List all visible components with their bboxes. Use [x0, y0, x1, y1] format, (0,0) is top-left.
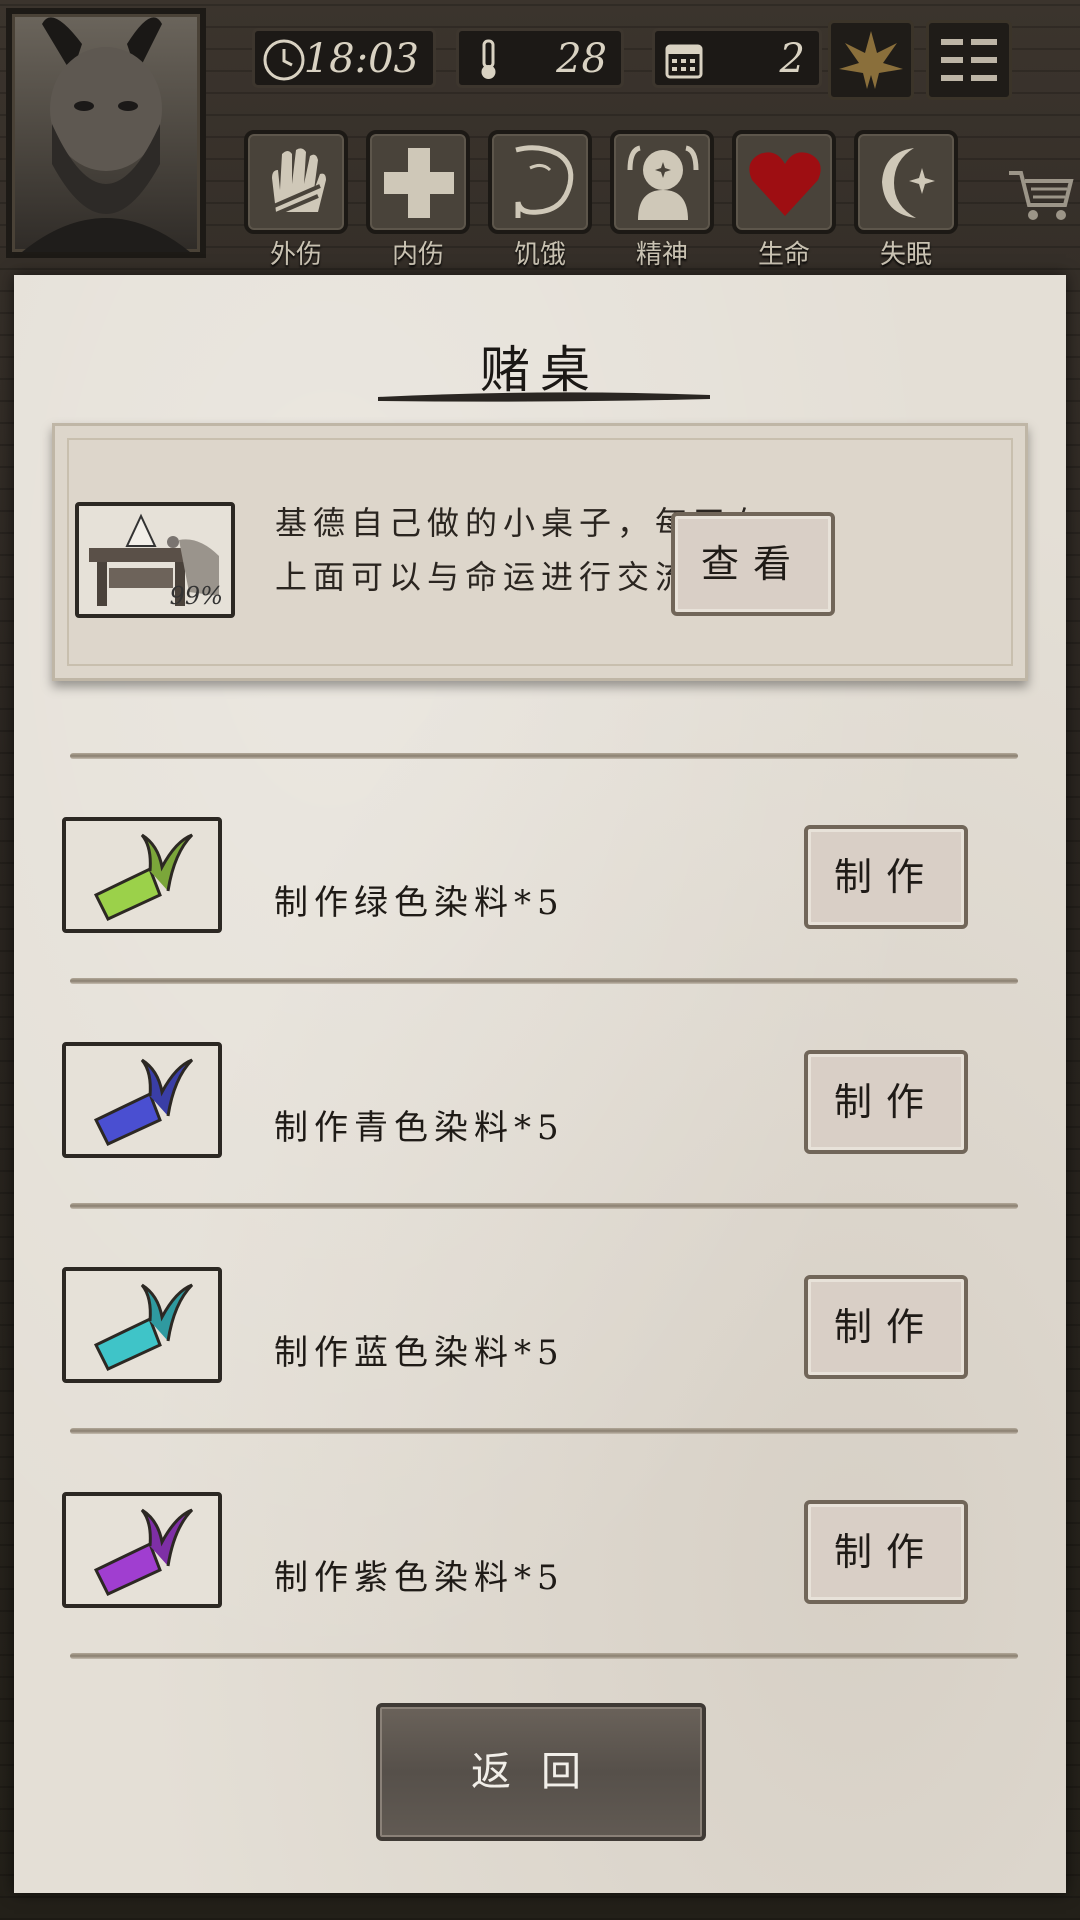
shop-cart-icon[interactable]: [1005, 165, 1075, 225]
mind-icon: [627, 145, 699, 220]
top-hud: 18:03 28 2 外伤 内伤 饥饿 精神 生命 失眠: [0, 0, 1080, 275]
cyan-dye-icon: [93, 1058, 194, 1146]
status-icons: 外伤 内伤 饥饿 精神 生命 失眠: [240, 130, 960, 270]
menu-button[interactable]: [926, 20, 1012, 100]
cyan-dye-thumbnail: [62, 1042, 222, 1158]
craft-button-blue[interactable]: 制作: [804, 1275, 968, 1379]
time-display: 18:03: [252, 28, 436, 88]
temperature-display: 28: [456, 28, 624, 88]
time-value: 18:03: [303, 36, 419, 82]
status-label-wound: 外伤: [269, 240, 322, 270]
view-button[interactable]: 查看: [671, 512, 835, 616]
hand-icon: [272, 148, 326, 216]
row-divider: [70, 1428, 1018, 1434]
calendar-icon: [665, 44, 703, 79]
status-label-mind: 精神: [635, 240, 688, 270]
status-mind[interactable]: [610, 130, 714, 234]
gambling-table-thumbnail: 99%: [75, 502, 235, 618]
day-display: 2: [652, 28, 822, 88]
recipe-label-green: 制作绿色染料*5: [274, 883, 565, 923]
status-internal-injury[interactable]: [366, 130, 470, 234]
character-portrait[interactable]: [6, 8, 206, 258]
status-wound[interactable]: [244, 130, 348, 234]
recipe-label-cyan: 制作青色染料*5: [274, 1108, 565, 1148]
blue-dye-icon: [93, 1283, 194, 1371]
row-divider: [70, 978, 1018, 984]
portrait-figure: [22, 17, 190, 252]
recipe-label-blue: 制作蓝色染料*5: [274, 1333, 565, 1373]
menu-icon: [941, 39, 997, 81]
craft-button-purple[interactable]: 制作: [804, 1500, 968, 1604]
thermometer-icon: [481, 39, 496, 79]
status-label-internal: 内伤: [391, 240, 444, 270]
moon-star-icon: [882, 148, 935, 218]
day-value: 2: [779, 36, 805, 82]
status-health[interactable]: [732, 130, 836, 234]
status-label-hunger: 饥饿: [513, 240, 566, 270]
craft-button-cyan[interactable]: 制作: [804, 1050, 968, 1154]
status-insomnia[interactable]: [854, 130, 958, 234]
purple-dye-icon: [93, 1508, 194, 1596]
back-button[interactable]: 返回: [376, 1703, 706, 1841]
description-panel: 99% 基德自己做的小桌子，每天在上面可以与命运进行交流。 查看: [52, 423, 1028, 681]
title-underline: [378, 392, 710, 402]
leaf-icon: [839, 31, 903, 89]
craft-button-green[interactable]: 制作: [804, 825, 968, 929]
row-divider: [70, 753, 1018, 759]
crafting-panel: 赌桌 99% 基德自己做的小桌子，每天在上面可以与命运进行交流。 查看 制作绿色…: [14, 275, 1066, 1893]
row-divider: [70, 1653, 1018, 1659]
leaf-button[interactable]: [828, 20, 914, 100]
green-dye-icon: [93, 833, 194, 921]
cross-icon: [384, 148, 454, 218]
recipe-label-purple: 制作紫色染料*5: [274, 1558, 565, 1598]
temperature-value: 28: [556, 36, 607, 82]
green-dye-thumbnail: [62, 817, 222, 933]
heart-icon: [749, 152, 821, 216]
purple-dye-thumbnail: [62, 1492, 222, 1608]
stomach-icon: [515, 145, 574, 218]
blue-dye-thumbnail: [62, 1267, 222, 1383]
row-divider: [70, 1203, 1018, 1209]
table-progress-label: 99%: [169, 582, 223, 610]
status-hunger[interactable]: [488, 130, 592, 234]
status-label-health: 生命: [757, 240, 810, 270]
status-label-insomnia: 失眠: [879, 240, 932, 270]
clock-icon: [263, 39, 305, 81]
